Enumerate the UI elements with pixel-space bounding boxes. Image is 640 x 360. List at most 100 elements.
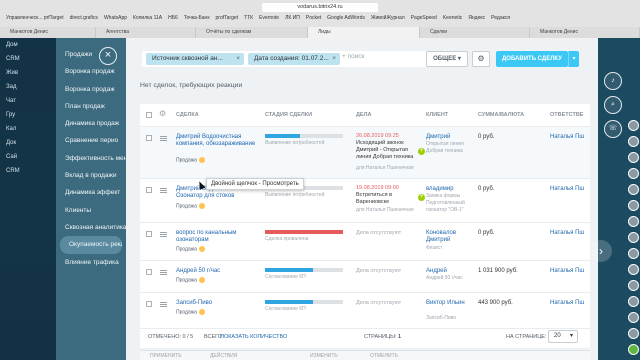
deal-title-link[interactable]: вопрос по канальным озонаторам	[176, 230, 258, 244]
nav-item[interactable]: Кал	[0, 122, 56, 136]
responsible-link[interactable]: Наталья Пш	[550, 230, 584, 237]
bookmark[interactable]: PageSpeed	[411, 15, 437, 25]
table-row[interactable]: вопрос по канальным озонаторам Продажа С…	[140, 222, 590, 260]
bookmark[interactable]: direct.grafics	[70, 15, 98, 25]
actions-button[interactable]: ДЕЙСТВИЯ	[210, 353, 237, 359]
add-deal-button[interactable]: ДОБАВИТЬ СДЕЛКУ	[496, 51, 568, 67]
row-menu-icon[interactable]	[160, 188, 167, 193]
task-text[interactable]: Исходящий звонок Дмитрий - Открытая лини…	[356, 140, 414, 161]
nav-item[interactable]: Зад	[0, 80, 56, 94]
client-name-link[interactable]: Виктор Ильин	[426, 300, 466, 307]
stage-progress-bar[interactable]	[265, 300, 343, 304]
table-row[interactable]: Андрей 50 г/час Продажа Согласование КП …	[140, 260, 590, 292]
bookmark[interactable]: WhatsApp	[104, 15, 127, 25]
column-header-stage[interactable]: СТАДИЯ СДЕЛКИ	[265, 104, 312, 126]
notifications-button[interactable]: ♪	[604, 72, 622, 90]
bookmark[interactable]: Keenetic	[443, 15, 462, 25]
add-task-icon[interactable]: +	[418, 194, 425, 201]
page-size-select[interactable]: 20 ▾	[548, 330, 578, 343]
apply-button[interactable]: ПРИМЕНИТЬ	[150, 353, 182, 359]
column-header-tasks[interactable]: ДЕЛА	[356, 104, 371, 126]
row-checkbox[interactable]	[146, 301, 152, 307]
bookmark[interactable]: ЖивойЖурнал	[371, 15, 405, 25]
submenu-item[interactable]: Влияние трафика	[56, 254, 126, 271]
edit-button[interactable]: ИЗМЕНИТЬ	[310, 353, 338, 359]
bookmark[interactable]: profTarget	[216, 15, 239, 25]
bookmark[interactable]: ЛК ИП	[285, 15, 300, 25]
submenu-item-active[interactable]: Окупаемость рекл	[60, 236, 122, 254]
submenu-item[interactable]: Динамика продаж	[56, 115, 126, 132]
client-name-link[interactable]: владимир	[426, 186, 454, 193]
avatar[interactable]	[628, 216, 639, 227]
bookmark[interactable]: НБ6	[168, 15, 178, 25]
deal-title-link[interactable]: Дмитрий Водоочистная компания, обеззараж…	[176, 134, 258, 148]
search-input[interactable]: + поиск	[342, 53, 364, 60]
responsible-link[interactable]: Наталья Пш	[550, 300, 584, 307]
add-task-icon[interactable]: +	[418, 148, 425, 155]
remove-filter-icon[interactable]: ×	[236, 53, 240, 65]
bookmark[interactable]: Точка-Банк	[184, 15, 210, 25]
select-all-checkbox[interactable]	[146, 112, 152, 118]
bookmark[interactable]: Google AdWords	[327, 15, 365, 25]
avatar[interactable]	[628, 152, 639, 163]
current-page[interactable]: 1	[398, 334, 401, 340]
avatar[interactable]	[628, 328, 639, 339]
submenu-item[interactable]: Сравнение перио	[56, 132, 126, 149]
settings-button[interactable]: ⚙	[472, 51, 490, 67]
submenu-item[interactable]: Воронка продаж	[56, 63, 126, 80]
submenu-item[interactable]: Воронка продаж	[56, 81, 126, 98]
remove-filter-icon[interactable]: ×	[332, 53, 336, 65]
close-slider-button[interactable]: ×	[99, 47, 117, 65]
avatar[interactable]	[628, 312, 639, 323]
browser-tab[interactable]: Агентства	[96, 27, 196, 38]
telephony-button[interactable]: ☏	[604, 120, 622, 138]
avatar[interactable]	[628, 344, 639, 355]
responsible-link[interactable]: Наталья Пш	[550, 186, 584, 193]
column-header-client[interactable]: КЛИЕНТ	[426, 104, 448, 126]
cancel-button[interactable]: ОТМЕНИТЬ	[370, 353, 398, 359]
row-checkbox[interactable]	[146, 187, 152, 193]
deal-title-link[interactable]: Андрей 50 г/час	[176, 268, 258, 275]
bookmark[interactable]: Управленчеcк... prfTarget	[6, 15, 64, 25]
table-row[interactable]: Запсиб-Пиво Продажа Согласование КП Дела…	[140, 292, 590, 328]
responsible-link[interactable]: Наталья Пш	[550, 268, 584, 275]
avatar[interactable]	[628, 136, 639, 147]
row-menu-icon[interactable]	[160, 232, 167, 237]
avatar[interactable]	[628, 280, 639, 291]
bookmark[interactable]: Яндекс	[468, 15, 485, 25]
gear-icon[interactable]: ⚙	[159, 109, 166, 118]
nav-item[interactable]: CRM	[0, 164, 56, 178]
browser-tab[interactable]: Лиды	[308, 27, 420, 38]
submenu-item[interactable]: Сквозная аналитика	[56, 219, 126, 236]
submenu-item[interactable]: Вклад в продажи	[56, 167, 126, 184]
column-header-responsible[interactable]: ОТВЕТСТВЕ	[550, 104, 583, 126]
search-button[interactable]: ⌕	[604, 96, 622, 114]
submenu-item[interactable]: Динамика эффект	[56, 184, 126, 201]
row-checkbox[interactable]	[146, 135, 152, 141]
bookmark[interactable]: Pocket	[306, 15, 321, 25]
client-name-link[interactable]: Коновалов Дмитрий	[426, 230, 472, 244]
avatar[interactable]	[628, 120, 639, 131]
avatar[interactable]	[628, 168, 639, 179]
avatar[interactable]	[628, 296, 639, 307]
column-header-amount[interactable]: СУММА/ВАЛЮТА	[478, 104, 524, 126]
stage-progress-bar[interactable]	[265, 268, 343, 272]
avatar[interactable]	[628, 184, 639, 195]
bookmark[interactable]: ТТК	[244, 15, 253, 25]
column-header-deal[interactable]: СДЕЛКА	[176, 104, 199, 126]
task-text[interactable]: Встретиться в Варениовске	[356, 192, 414, 206]
client-name-link[interactable]: Андрей	[426, 268, 447, 275]
responsible-link[interactable]: Наталья Пш	[550, 134, 584, 141]
stage-progress-bar[interactable]	[265, 134, 343, 138]
avatar[interactable]	[628, 232, 639, 243]
nav-item[interactable]: Чат	[0, 94, 56, 108]
row-menu-icon[interactable]	[160, 136, 167, 141]
scroll-right-button[interactable]: ›	[590, 240, 612, 262]
row-menu-icon[interactable]	[160, 302, 167, 307]
submenu-item[interactable]: План продаж	[56, 98, 126, 115]
bookmark[interactable]: Evernote	[259, 15, 279, 25]
browser-tab[interactable]: Сделки	[420, 27, 530, 38]
browser-tab[interactable]: Манкотов Денис	[0, 27, 96, 38]
avatar[interactable]	[628, 200, 639, 211]
deal-title-link[interactable]: Запсиб-Пиво	[176, 300, 258, 307]
